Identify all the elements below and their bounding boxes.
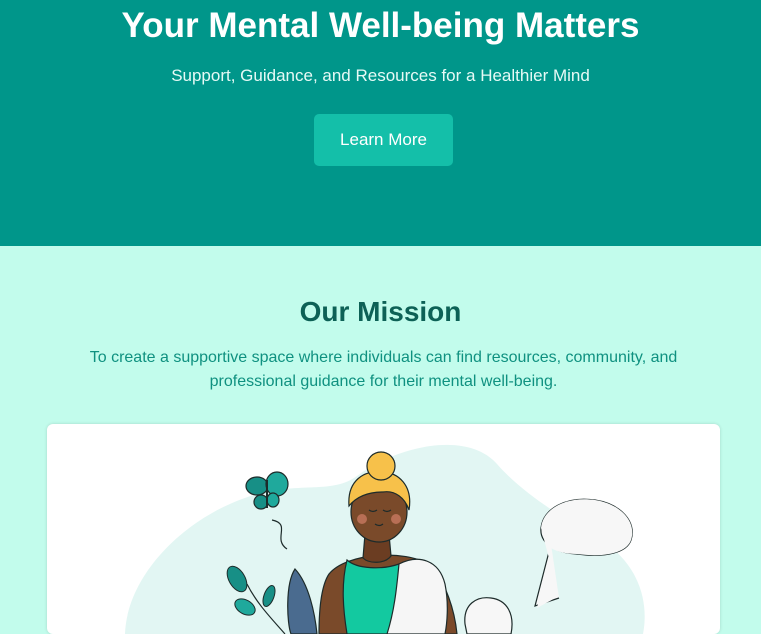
mission-title: Our Mission bbox=[299, 296, 462, 327]
hero-section: Your Mental Well-being Matters Support, … bbox=[0, 0, 761, 246]
mission-text: To create a supportive space where indiv… bbox=[89, 349, 678, 390]
hero-subtitle: Support, Guidance, and Resources for a H… bbox=[171, 66, 590, 85]
learn-more-button[interactable]: Learn More bbox=[314, 114, 453, 166]
mental-wellbeing-illustration bbox=[125, 444, 645, 634]
hero-title: Your Mental Well-being Matters bbox=[121, 6, 640, 45]
illustration-card bbox=[47, 424, 720, 634]
